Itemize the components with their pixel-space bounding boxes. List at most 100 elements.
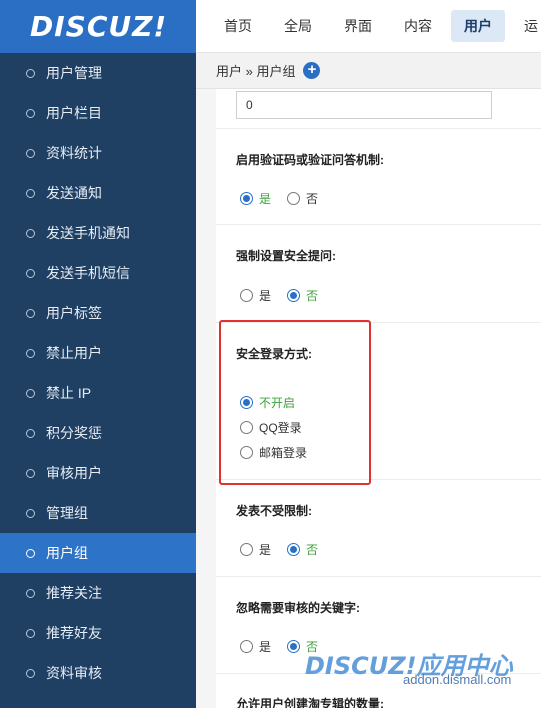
circle-bullet-icon xyxy=(26,148,35,158)
option-label: 是 xyxy=(259,289,272,303)
secure-login-qq-option[interactable]: QQ登录 xyxy=(240,419,302,436)
security-question-label: 强制设置安全提问: xyxy=(236,249,336,263)
sidebar-item-label: 禁止 IP xyxy=(46,385,92,401)
sidebar-item-send-notice[interactable]: 发送通知 xyxy=(0,173,196,213)
radio-icon[interactable] xyxy=(240,543,253,556)
ignore-keywords-label: 忽略需要审核的关键字: xyxy=(236,601,360,615)
circle-bullet-icon xyxy=(26,68,35,78)
security-question-yes-option[interactable]: 是 xyxy=(240,287,271,304)
tab-users[interactable]: 用户 xyxy=(451,10,505,42)
sidebar-item-label: 用户标签 xyxy=(46,305,102,321)
option-label: 否 xyxy=(306,289,319,303)
tab-global[interactable]: 全局 xyxy=(271,10,325,42)
divider xyxy=(216,673,541,674)
sidebar-item-label: 资料统计 xyxy=(46,145,102,161)
sidebar-item-label: 管理组 xyxy=(46,505,88,521)
radio-icon[interactable] xyxy=(240,289,253,302)
circle-bullet-icon xyxy=(26,588,35,598)
post-unlimited-label: 发表不受限制: xyxy=(236,504,312,518)
sidebar-item-admin-groups[interactable]: 管理组 xyxy=(0,493,196,533)
logo[interactable]: DISCUZ! xyxy=(0,0,196,53)
sidebar-item-ban-ip[interactable]: 禁止 IP xyxy=(0,373,196,413)
sidebar-item-review-users[interactable]: 审核用户 xyxy=(0,453,196,493)
sidebar-item-send-mobile-notice[interactable]: 发送手机通知 xyxy=(0,213,196,253)
main-content: 0 启用验证码或验证问答机制: 是 否 强制设置安全提问: 是 否 安全登录方式… xyxy=(196,89,541,708)
logo-text: DISCUZ! xyxy=(30,10,168,43)
sidebar-item-label: 发送手机短信 xyxy=(46,265,130,281)
circle-bullet-icon xyxy=(26,188,35,198)
secure-login-label: 安全登录方式: xyxy=(236,347,312,361)
secure-login-off-option[interactable]: 不开启 xyxy=(240,394,295,411)
radio-selected-icon[interactable] xyxy=(240,396,253,409)
radio-icon[interactable] xyxy=(240,640,253,653)
secure-login-email-option[interactable]: 邮箱登录 xyxy=(240,444,307,461)
sidebar: DISCUZ! 用户管理 用户栏目 资料统计 发送通知 发送手机通知 发送手机短… xyxy=(0,0,196,708)
circle-bullet-icon xyxy=(26,428,35,438)
circle-bullet-icon xyxy=(26,268,35,278)
settings-panel: 0 启用验证码或验证问答机制: 是 否 强制设置安全提问: 是 否 安全登录方式… xyxy=(216,89,541,708)
divider xyxy=(216,576,541,577)
radio-selected-icon[interactable] xyxy=(240,192,253,205)
option-label: 是 xyxy=(259,640,272,654)
option-label: 是 xyxy=(259,543,272,557)
radio-icon[interactable] xyxy=(287,192,300,205)
ignore-keywords-no-option[interactable]: 否 xyxy=(287,638,318,655)
circle-bullet-icon xyxy=(26,228,35,238)
option-label: 是 xyxy=(259,192,272,206)
sidebar-item-user-groups[interactable]: 用户组 xyxy=(0,533,196,573)
sidebar-item-label: 审核用户 xyxy=(46,465,102,481)
ignore-keywords-yes-option[interactable]: 是 xyxy=(240,638,271,655)
circle-bullet-icon xyxy=(26,308,35,318)
security-question-no-option[interactable]: 否 xyxy=(287,287,318,304)
option-label: 否 xyxy=(306,192,319,206)
sidebar-item-profile-stats[interactable]: 资料统计 xyxy=(0,133,196,173)
post-unlimited-yes-option[interactable]: 是 xyxy=(240,541,271,558)
radio-selected-icon[interactable] xyxy=(287,640,300,653)
sidebar-item-recommend-follow[interactable]: 推荐关注 xyxy=(0,573,196,613)
tab-home[interactable]: 首页 xyxy=(211,10,265,42)
number-input[interactable]: 0 xyxy=(236,91,492,119)
sidebar-item-label: 发送通知 xyxy=(46,185,102,201)
circle-bullet-icon xyxy=(26,508,35,518)
sidebar-item-user-management[interactable]: 用户管理 xyxy=(0,53,196,93)
captcha-no-option[interactable]: 否 xyxy=(287,190,318,207)
breadcrumb: 用户 » 用户组 + xyxy=(196,53,541,89)
sidebar-item-recommend-friends[interactable]: 推荐好友 xyxy=(0,613,196,653)
sidebar-item-profile-review[interactable]: 资料审核 xyxy=(0,653,196,693)
sidebar-item-label: 资料审核 xyxy=(46,665,102,681)
option-label: 否 xyxy=(306,543,319,557)
breadcrumb-text: 用户 » 用户组 xyxy=(216,64,296,79)
sidebar-item-user-columns[interactable]: 用户栏目 xyxy=(0,93,196,133)
circle-bullet-icon xyxy=(26,348,35,358)
sidebar-item-user-tags[interactable]: 用户标签 xyxy=(0,293,196,333)
sidebar-item-label: 积分奖惩 xyxy=(46,425,102,441)
circle-bullet-icon xyxy=(26,548,35,558)
post-unlimited-no-option[interactable]: 否 xyxy=(287,541,318,558)
tab-operations[interactable]: 运 xyxy=(511,10,541,42)
radio-icon[interactable] xyxy=(240,421,253,434)
sidebar-item-label: 禁止用户 xyxy=(46,345,102,361)
admin-app: DISCUZ! 用户管理 用户栏目 资料统计 发送通知 发送手机通知 发送手机短… xyxy=(0,0,541,708)
circle-bullet-icon xyxy=(26,108,35,118)
circle-bullet-icon xyxy=(26,668,35,678)
sidebar-item-ban-user[interactable]: 禁止用户 xyxy=(0,333,196,373)
divider xyxy=(216,128,541,129)
tab-content[interactable]: 内容 xyxy=(391,10,445,42)
captcha-yes-option[interactable]: 是 xyxy=(240,190,271,207)
radio-selected-icon[interactable] xyxy=(287,543,300,556)
top-nav: 首页 全局 界面 内容 用户 运 xyxy=(196,0,541,53)
sidebar-item-credit-rewards[interactable]: 积分奖惩 xyxy=(0,413,196,453)
sidebar-item-label: 推荐好友 xyxy=(46,625,102,641)
sidebar-item-label: 用户组 xyxy=(46,545,88,561)
sidebar-item-label: 推荐关注 xyxy=(46,585,102,601)
sidebar-item-send-sms[interactable]: 发送手机短信 xyxy=(0,253,196,293)
option-label: 否 xyxy=(306,640,319,654)
sidebar-item-label: 用户管理 xyxy=(46,65,102,81)
radio-icon[interactable] xyxy=(240,446,253,459)
tab-interface[interactable]: 界面 xyxy=(331,10,385,42)
add-shortcut-button[interactable]: + xyxy=(303,62,321,79)
radio-selected-icon[interactable] xyxy=(287,289,300,302)
divider xyxy=(216,322,541,323)
circle-bullet-icon xyxy=(26,388,35,398)
option-label: 邮箱登录 xyxy=(259,446,308,460)
